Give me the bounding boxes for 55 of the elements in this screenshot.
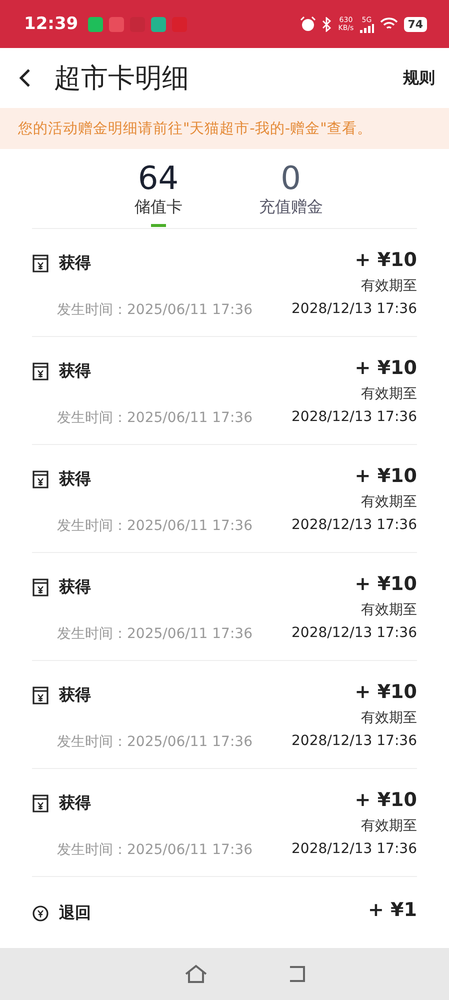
battery-level: 74 xyxy=(404,16,427,32)
record-time: 发生时间：2025/06/11 17:36 xyxy=(56,733,254,752)
record-type: 获得 xyxy=(59,468,91,490)
expiry-date: 2028/12/13 17:36 xyxy=(292,841,417,859)
app-notification-icon xyxy=(151,16,166,32)
expiry-label: 有效期至 xyxy=(360,817,417,836)
record-amount: + ¥10 xyxy=(354,681,417,705)
coin-icon xyxy=(32,904,49,922)
status-time: 12:39 xyxy=(24,14,78,34)
record-type: 获得 xyxy=(59,360,91,382)
app-notification-icon xyxy=(88,16,104,32)
expiry-label: 有效期至 xyxy=(360,385,417,404)
record-time: 发生时间：2025/06/11 17:36 xyxy=(56,841,254,860)
card-icon xyxy=(32,578,49,596)
card-icon xyxy=(32,686,49,704)
signal-icon xyxy=(360,24,374,32)
tab[interactable]: 0 充值赠金 xyxy=(230,161,351,228)
record-amount: + ¥10 xyxy=(354,789,417,813)
app-notification-icon xyxy=(109,16,124,32)
card-icon xyxy=(32,794,49,812)
record-type: 获得 xyxy=(59,684,91,706)
expiry-date: 2028/12/13 17:36 xyxy=(292,517,417,535)
expiry-label: 有效期至 xyxy=(360,601,417,620)
record-time: 发生时间：2025/06/11 17:36 xyxy=(56,625,254,644)
record-type: 退回 xyxy=(59,902,91,924)
record-amount: + ¥10 xyxy=(354,249,417,273)
record-time: 发生时间：2025/06/11 17:36 xyxy=(56,517,254,536)
rules-link[interactable]: 规则 xyxy=(403,68,435,88)
tab[interactable]: 64 储值卡 xyxy=(98,161,218,228)
expiry-date: 2028/12/13 17:36 xyxy=(292,301,417,319)
record-amount: + ¥1 xyxy=(368,899,417,923)
expiry-label: 有效期至 xyxy=(360,493,417,512)
wifi-icon xyxy=(380,17,398,31)
expiry-date: 2028/12/13 17:36 xyxy=(292,625,417,643)
expiry-date: 2028/12/13 17:36 xyxy=(292,733,417,751)
expiry-label: 有效期至 xyxy=(360,709,417,728)
card-icon xyxy=(32,362,49,380)
record-amount: + ¥10 xyxy=(354,357,417,381)
back-icon[interactable] xyxy=(18,67,32,89)
bluetooth-icon xyxy=(322,16,332,32)
record-amount: + ¥10 xyxy=(354,573,417,597)
record-type: 获得 xyxy=(59,792,91,814)
record-type: 获得 xyxy=(59,252,91,274)
record-type: 获得 xyxy=(59,576,91,598)
notice-banner: 您的活动赠金明细请前往"天猫超市-我的-赠金"查看。 xyxy=(0,108,449,149)
record-amount: + ¥10 xyxy=(354,465,417,489)
card-icon xyxy=(32,254,49,272)
record-time: 发生时间：2025/06/11 17:36 xyxy=(56,301,254,320)
page-title: 超市卡明细 xyxy=(54,62,190,96)
home-icon[interactable] xyxy=(183,964,209,984)
alarm-icon xyxy=(300,16,316,32)
expiry-date: 2028/12/13 17:36 xyxy=(292,409,417,427)
expiry-label: 有效期至 xyxy=(360,277,417,296)
card-icon xyxy=(32,470,49,488)
record-time: 发生时间：2025/06/11 17:36 xyxy=(56,409,254,428)
